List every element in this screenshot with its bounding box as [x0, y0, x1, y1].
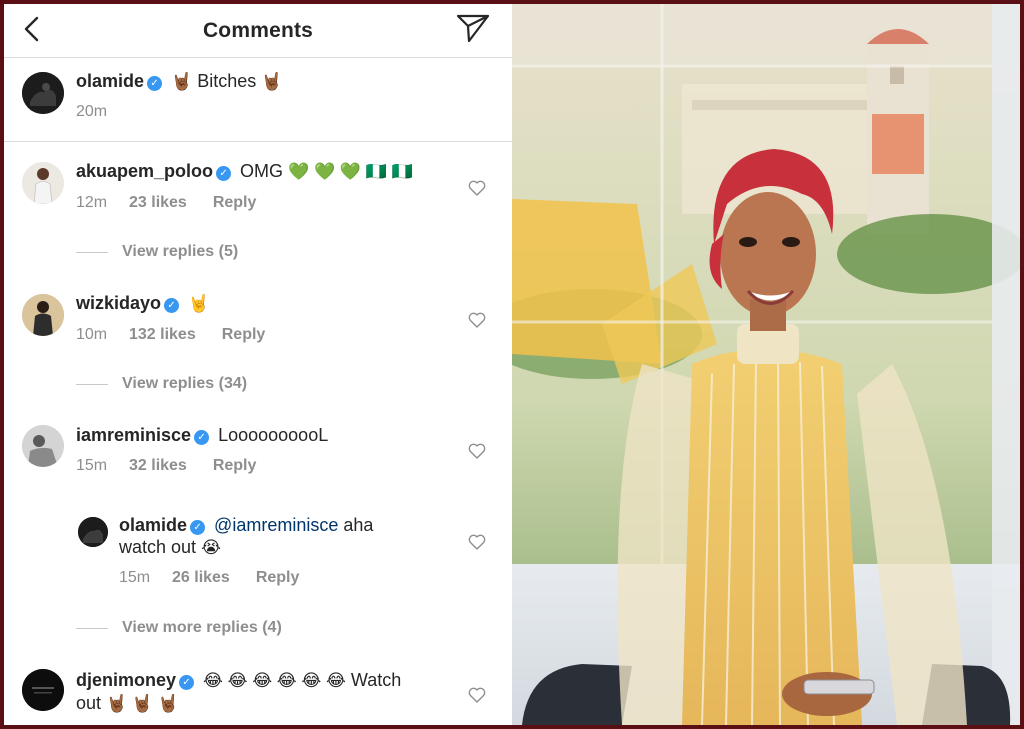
comment-body: LoooooooooL [218, 425, 329, 445]
screenshot-frame: Comments olamide ✓ 🤘🏾 Bitches 🤘🏾 20m aku… [4, 4, 1020, 725]
like-count[interactable]: 32 likes [129, 457, 187, 475]
rock-hand-emoji: 🤘🏾 [171, 72, 193, 91]
avatar[interactable] [22, 294, 64, 336]
like-count[interactable]: 132 likes [129, 326, 196, 344]
comment-meta: 10m 132 likes Reply [76, 326, 265, 344]
divider [76, 627, 108, 629]
username[interactable]: akuapem_poloo [76, 161, 213, 181]
view-replies-link[interactable]: View replies (34) [76, 375, 247, 393]
green-heart-emojis: 💚 💚 💚 🇳🇬 🇳🇬 [288, 162, 413, 181]
post-photo [512, 4, 1020, 725]
caption-body: Bitches [197, 71, 257, 91]
view-replies-label: View replies (34) [122, 375, 248, 392]
heart-outline-icon[interactable] [468, 312, 486, 328]
back-chevron-icon[interactable] [20, 14, 44, 44]
view-replies-label: View replies (5) [122, 243, 239, 260]
username[interactable]: olamide [76, 71, 144, 91]
crying-emoji: 😭 [201, 538, 221, 557]
avatar[interactable] [22, 162, 64, 204]
rock-hand-emoji: 🤘 [188, 294, 210, 313]
reply-button[interactable]: Reply [256, 569, 300, 587]
avatar[interactable] [22, 425, 64, 467]
page-title: Comments [202, 18, 314, 42]
comment-text: iamreminisce ✓ LoooooooooL [76, 424, 452, 446]
comments-panel: Comments olamide ✓ 🤘🏾 Bitches 🤘🏾 20m aku… [4, 4, 512, 725]
heart-outline-icon[interactable] [468, 687, 486, 703]
heart-outline-icon[interactable] [468, 534, 486, 550]
avatar-reminisce-image [22, 425, 64, 467]
verified-badge-icon: ✓ [147, 76, 163, 91]
comment-meta: 15m 32 likes Reply [76, 457, 256, 475]
username[interactable]: olamide [119, 515, 187, 535]
avatar[interactable] [78, 517, 108, 547]
timestamp: 20m [76, 103, 108, 120]
verified-badge-icon: ✓ [164, 298, 180, 313]
comment-text: wizkidayo ✓ 🤘 [76, 292, 452, 315]
username[interactable]: djenimoney [76, 670, 176, 690]
avatar-olamide-image [78, 517, 108, 547]
verified-badge-icon: ✓ [216, 166, 232, 181]
reply-button[interactable]: Reply [222, 326, 266, 344]
comment-body-line2: out [76, 693, 102, 713]
studio-presenter-illustration [512, 4, 1020, 725]
avatar-akuapem-image [22, 162, 64, 204]
timestamp: 15m [119, 569, 151, 586]
rock-hand-emojis: 🤘🏾 🤘🏾 🤘🏾 [106, 694, 179, 713]
avatar-wizkid-image [22, 294, 64, 336]
comment-meta: 12m 23 likes Reply [76, 194, 256, 212]
comment-text: akuapem_poloo ✓ OMG 💚 💚 💚 🇳🇬 🇳🇬 [76, 160, 452, 183]
reply-meta: 15m 26 likes Reply [119, 569, 299, 587]
username[interactable]: wizkidayo [76, 293, 161, 313]
heart-outline-icon[interactable] [468, 443, 486, 459]
avatar[interactable] [22, 669, 64, 711]
comment-body: OMG [240, 161, 284, 181]
verified-badge-icon: ✓ [190, 520, 206, 535]
paper-plane-icon[interactable] [456, 12, 490, 44]
reply-text: olamide ✓ @iamreminisce aha watch out 😭 [119, 514, 452, 559]
reply-button[interactable]: Reply [213, 457, 257, 475]
username[interactable]: iamreminisce [76, 425, 191, 445]
caption-meta: 20m [76, 103, 107, 121]
timestamp: 12m [76, 194, 108, 211]
caption-text: olamide ✓ 🤘🏾 Bitches 🤘🏾 [76, 70, 452, 93]
comments-header: Comments [4, 4, 512, 58]
reply-body-line2: watch out [119, 537, 197, 557]
avatar[interactable] [22, 72, 64, 114]
mention-link[interactable]: @iamreminisce [214, 515, 338, 535]
post-caption: olamide ✓ 🤘🏾 Bitches 🤘🏾 20m [4, 58, 512, 142]
comment-body: Watch [350, 670, 402, 690]
comment-text: djenimoney ✓ 😂 😂 😂 😂 😂 😂 Watch out 🤘🏾 🤘🏾 … [76, 669, 452, 715]
verified-badge-icon: ✓ [179, 675, 195, 690]
heart-outline-icon[interactable] [468, 180, 486, 196]
verified-badge-icon: ✓ [194, 430, 210, 445]
reply-body: aha [343, 515, 374, 535]
like-count[interactable]: 26 likes [172, 569, 230, 587]
divider [76, 251, 108, 253]
like-count[interactable]: 23 likes [129, 194, 187, 212]
timestamp: 10m [76, 326, 108, 343]
view-replies-link[interactable]: View replies (5) [76, 243, 238, 261]
view-more-replies-link[interactable]: View more replies (4) [76, 619, 282, 637]
avatar-djenimoney-image [22, 669, 64, 711]
laughing-emojis: 😂 😂 😂 😂 😂 😂 [203, 671, 346, 690]
view-more-replies-label: View more replies (4) [122, 619, 282, 636]
rock-hand-emoji: 🤘🏾 [261, 72, 283, 91]
timestamp: 15m [76, 457, 108, 474]
reply-button[interactable]: Reply [213, 194, 257, 212]
avatar-olamide-image [22, 72, 64, 114]
divider [76, 383, 108, 385]
